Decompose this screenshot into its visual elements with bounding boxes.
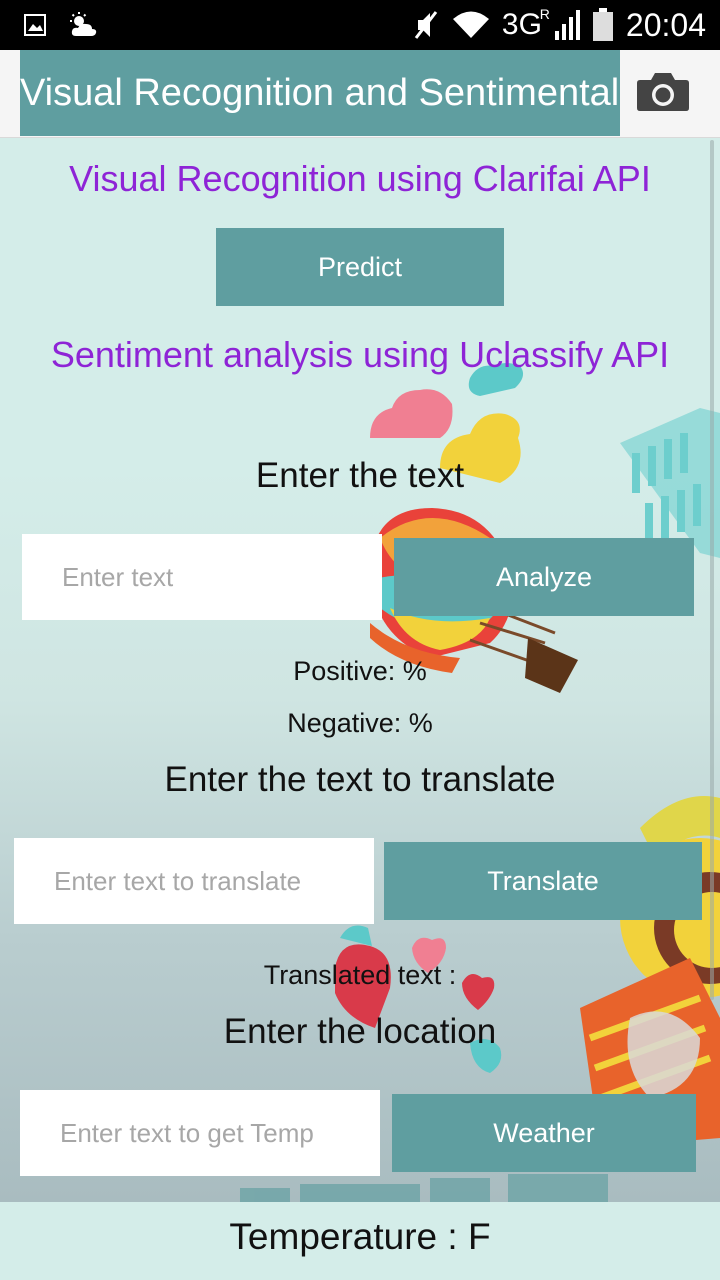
positive-result: Positive: % <box>293 656 427 686</box>
translate-button[interactable]: Translate <box>384 842 702 920</box>
wifi-icon <box>452 11 489 38</box>
network-type: 3G R <box>501 6 550 41</box>
translated-text-result: Translated text : <box>263 960 457 990</box>
negative-result: Negative: % <box>287 708 433 738</box>
weather-button[interactable]: Weather <box>392 1094 696 1172</box>
status-right: 3G R 20:04 <box>412 4 706 46</box>
translate-prompt: Enter the text to translate <box>164 760 556 799</box>
temperature-bar: Temperature : F <box>0 1202 720 1280</box>
translate-text-input[interactable] <box>14 838 374 924</box>
sentiment-prompt: Enter the text <box>255 456 465 495</box>
app-title: Visual Recognition and Sentimental Analy… <box>20 72 620 114</box>
vision-heading: Visual Recognition using Clarifai API <box>69 158 651 199</box>
scrollbar[interactable] <box>710 140 714 1000</box>
status-left <box>24 12 98 38</box>
location-text-input[interactable] <box>20 1090 380 1176</box>
weather-icon <box>70 12 97 36</box>
analyze-button[interactable]: Analyze <box>394 538 694 616</box>
temperature-result: Temperature : F <box>229 1216 491 1257</box>
clock: 20:04 <box>625 6 706 43</box>
sentiment-text-input[interactable] <box>22 534 382 620</box>
mute-icon <box>414 11 438 39</box>
signal-icon <box>554 10 580 40</box>
app-title-box: Visual Recognition and Sentimental Analy… <box>20 50 620 136</box>
battery-icon <box>592 8 613 41</box>
location-prompt: Enter the location <box>223 1012 497 1051</box>
camera-icon[interactable] <box>636 70 690 112</box>
predict-button[interactable]: Predict <box>216 228 504 306</box>
image-icon <box>24 14 46 36</box>
action-bar: Visual Recognition and Sentimental Analy… <box>0 50 720 138</box>
main-content: Visual Recognition using Clarifai API Pr… <box>0 138 720 1202</box>
sentiment-heading: Sentiment analysis using Uclassify API <box>50 334 670 375</box>
status-bar: 3G R 20:04 <box>0 0 720 50</box>
